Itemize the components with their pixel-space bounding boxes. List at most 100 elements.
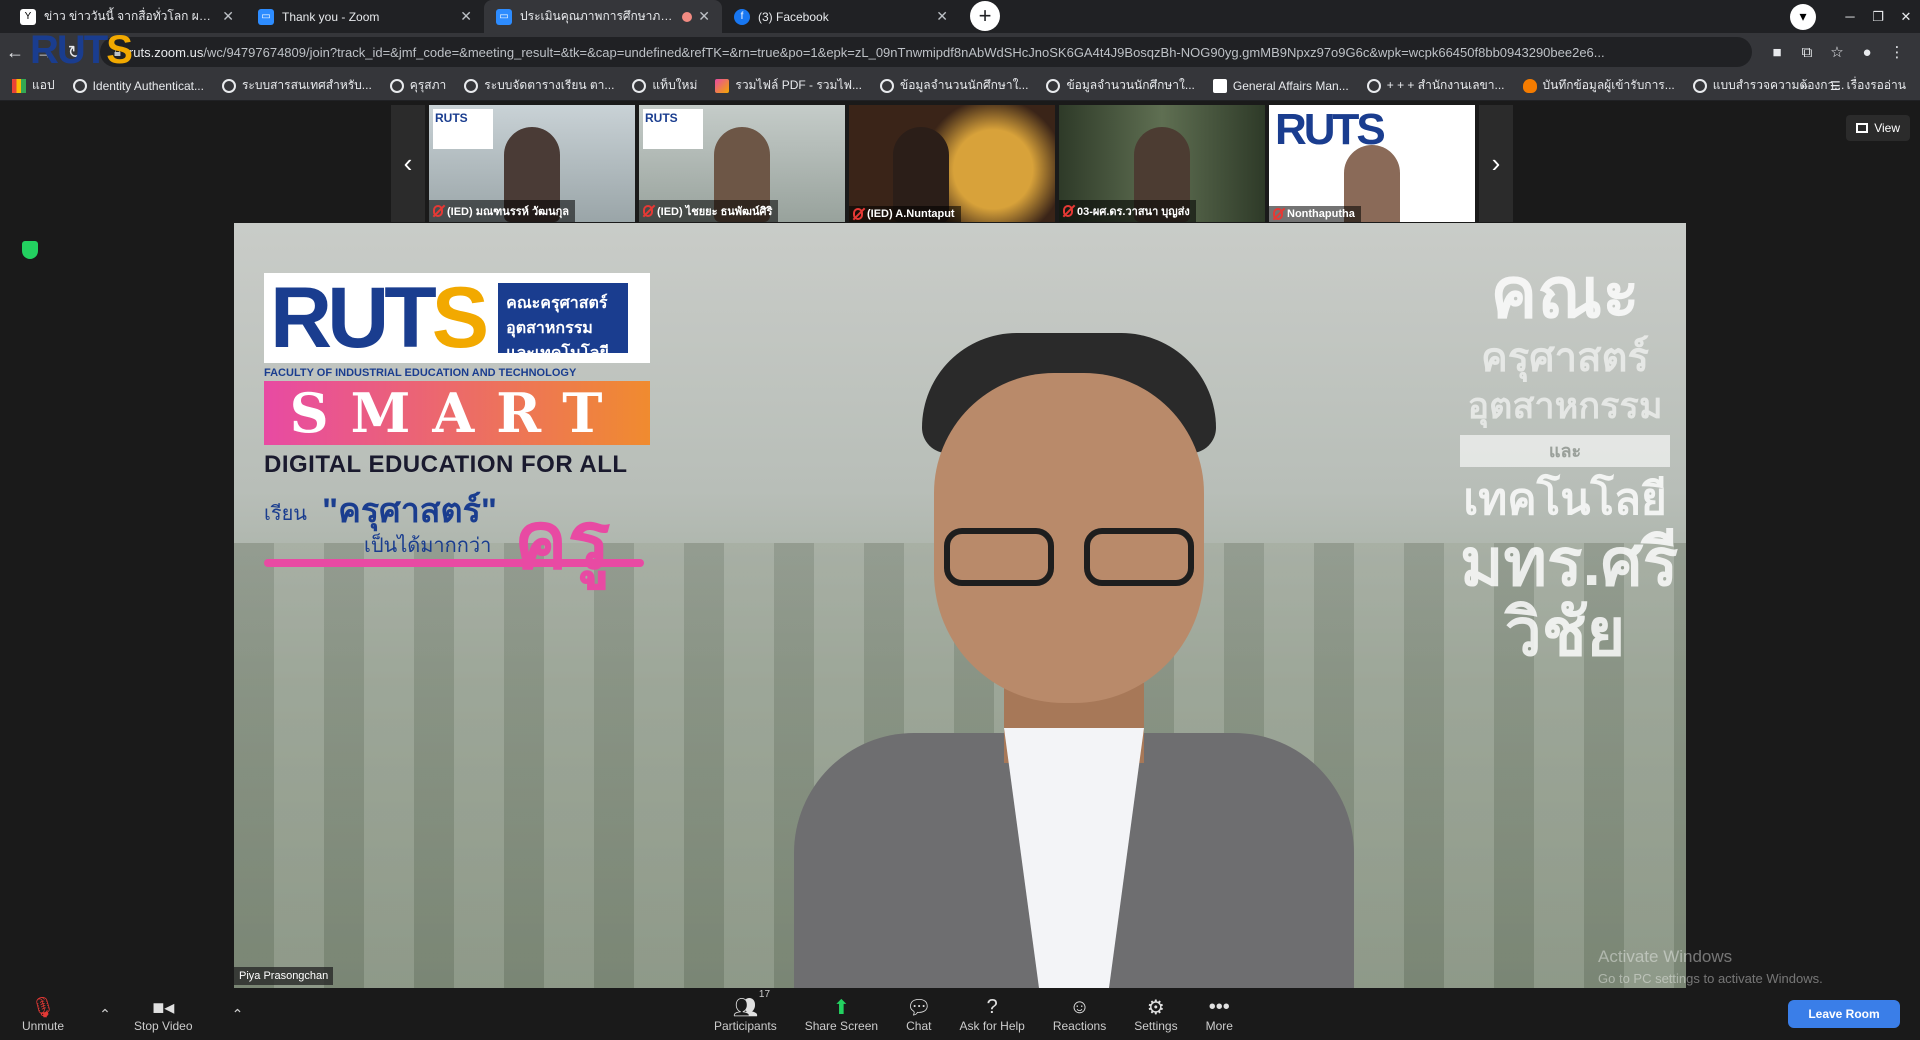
speaker-name-label: Piya Prasongchan [234, 967, 334, 985]
participant-thumbnail[interactable]: 03-ผศ.ดร.วาสนา บุญส่ง [1059, 105, 1265, 222]
bookmark-item[interactable]: + + + สำนักงานเลขา... [1366, 76, 1505, 95]
globe-icon [879, 78, 894, 93]
mic-muted-icon [433, 205, 443, 217]
unmute-button[interactable]: 🎙︎ Unmute [22, 988, 64, 1040]
gallery-next-button[interactable]: › [1479, 105, 1513, 222]
participant-thumbnail[interactable]: RUTS Nonthaputha [1269, 105, 1475, 222]
globe-icon [72, 78, 87, 93]
bookmark-item[interactable]: บันทึกข้อมูลผู้เข้ารับการ... [1522, 76, 1675, 95]
audio-options-chevron-icon[interactable]: ⌃ [94, 1006, 116, 1023]
bookmarks-bar: แอป Identity Authenticat... ระบบสารสนเทศ… [0, 71, 1920, 101]
smart-banner: SMART [264, 381, 650, 445]
participant-name: (IED) ไชยยะ ธนพัฒน์ศิริ [657, 206, 773, 218]
zoom-meeting-area: ‹ RUTS (IED) มณฑนรรห์ วัฒนกุล RUTS (IED)… [0, 101, 1920, 988]
video-options-chevron-icon[interactable]: ⌃ [227, 1006, 249, 1023]
ruts-logo: RUTS [270, 270, 489, 366]
participant-thumbnail[interactable]: RUTS (IED) ไชยยะ ธนพัฒน์ศิริ [639, 105, 845, 222]
speaker-figure [794, 333, 1354, 988]
bookmark-apps[interactable]: แอป [12, 76, 55, 95]
close-tab-icon[interactable]: ✕ [698, 8, 710, 25]
settings-button[interactable]: ⚙ Settings [1134, 988, 1177, 1040]
participant-name: (IED) มณฑนรรห์ วัฒนกุล [447, 206, 569, 218]
tab-title: Thank you - Zoom [282, 9, 380, 24]
participant-thumbnail[interactable]: RUTS (IED) มณฑนรรห์ วัฒนกุล [429, 105, 635, 222]
globe-icon [464, 78, 479, 93]
page-icon [1212, 78, 1227, 93]
tab-title: ข่าว ข่าววันนี้ จากสื่อทั่วโลก ผลบอลโล [44, 9, 216, 23]
faculty-english: FACULTY OF INDUSTRIAL EDUCATION AND TECH… [264, 367, 577, 379]
window-controls: ▾ ─ ❐ ✕ [1790, 0, 1920, 33]
help-icon: ? [986, 995, 998, 1018]
camera-icon[interactable]: ■ [1762, 44, 1792, 61]
close-tab-icon[interactable]: ✕ [222, 8, 234, 25]
ruts-logo-overlay: RUTS [30, 28, 133, 72]
browser-tab[interactable]: ▭ Thank you - Zoom ✕ [246, 0, 484, 33]
participant-thumbnail[interactable]: (IED) A.Nuntaput [849, 105, 1055, 222]
leave-room-button[interactable]: Leave Room [1788, 1000, 1900, 1028]
new-tab-button[interactable]: + [970, 1, 1000, 31]
bookmarks-overflow-button[interactable]: » [1801, 79, 1808, 93]
ask-for-help-button[interactable]: ? Ask for Help [959, 988, 1024, 1040]
address-bar[interactable]: 🔒︎ ruts.zoom.us /wc/94797674809/join?tra… [100, 37, 1752, 67]
activate-windows-watermark: Activate Windows Go to PC settings to ac… [1598, 947, 1823, 986]
bookmark-item[interactable]: ข้อมูลจำนวนนักศึกษาใ... [879, 76, 1028, 95]
globe-icon [389, 78, 404, 93]
grid-icon [1856, 123, 1869, 133]
media-control-icon[interactable]: ▾ [1790, 3, 1816, 30]
zoom-favicon-icon: ▭ [258, 8, 274, 25]
faculty-label: คณะครุศาสตร์ อุตสาหกรรมและเทคโนโลยี [498, 283, 629, 362]
bookmark-item[interactable]: รวมไฟล์ PDF - รวมไฟ... [715, 76, 862, 95]
back-arrow-icon[interactable]: ← [0, 42, 30, 63]
close-tab-icon[interactable]: ✕ [936, 8, 948, 25]
mic-muted-icon [1273, 208, 1283, 220]
gallery-prev-button[interactable]: ‹ [391, 105, 425, 222]
gallery-strip: ‹ RUTS (IED) มณฑนรรห์ วัฒนกุล RUTS (IED)… [391, 105, 1527, 222]
view-button[interactable]: View [1846, 115, 1910, 141]
globe-icon [1692, 78, 1707, 93]
bookmark-item[interactable]: ระบบสารสนเทศสำหรับ... [221, 76, 372, 95]
restore-icon[interactable]: ❐ [1864, 9, 1892, 25]
security-shield-icon[interactable] [22, 241, 38, 259]
pdf-icon [715, 78, 730, 93]
bookmark-item[interactable]: ข้อมูลจำนวนนักศึกษาใ... [1046, 76, 1195, 95]
url-host: ruts.zoom.us [128, 44, 204, 60]
chat-button[interactable]: 💬︎ Chat [906, 988, 931, 1040]
browser-tab[interactable]: f (3) Facebook ✕ [722, 0, 960, 33]
translate-icon[interactable]: ⧉ [1792, 44, 1822, 61]
reading-list-icon[interactable]: ☰ [1830, 79, 1841, 93]
kru-text-a: เรียน [264, 503, 307, 525]
apps-icon [12, 78, 26, 93]
close-tab-icon[interactable]: ✕ [460, 8, 472, 25]
profile-avatar-icon[interactable]: ● [1852, 44, 1882, 61]
url-path: /wc/94797674809/join?track_id=&jmf_code=… [203, 44, 1605, 60]
mic-muted-icon [853, 208, 863, 220]
close-window-icon[interactable]: ✕ [1892, 9, 1920, 25]
star-icon[interactable]: ☆ [1822, 43, 1852, 61]
bookmark-item[interactable]: ระบบจัดตารางเรียน ตา... [464, 76, 614, 95]
bookmark-item[interactable]: Identity Authenticat... [72, 78, 204, 93]
participants-button[interactable]: 👥︎ 17 Participants [714, 988, 777, 1040]
tab-title: (3) Facebook [758, 9, 829, 24]
menu-kebab-icon[interactable]: ⋮ [1882, 43, 1912, 61]
active-speaker-video: RUTS คณะครุศาสตร์ อุตสาหกรรมและเทคโนโลยี… [234, 223, 1686, 988]
minimize-icon[interactable]: ─ [1836, 9, 1864, 24]
participants-icon: 👥︎ 17 [732, 989, 771, 1019]
bookmark-item[interactable]: แท็บใหม่ [632, 76, 697, 95]
ruts-mini-logo: RUTS [433, 109, 493, 149]
more-button[interactable]: ••• More [1206, 988, 1233, 1040]
bookmark-item[interactable]: General Affairs Man... [1212, 78, 1349, 93]
reading-list-label[interactable]: เรื่องรออ่าน [1847, 76, 1906, 95]
mic-muted-icon: 🎙︎ [30, 996, 56, 1019]
bookmark-item[interactable]: คุรุสภา [389, 76, 446, 95]
browser-tab-active[interactable]: ▭ ประเมินคุณภาพการศึกษาภายใน ร ✕ [484, 0, 722, 33]
participant-name: 03-ผศ.ดร.วาสนา บุญส่ง [1077, 206, 1190, 218]
faculty-vertical-text: คณะ ครุศาสตร์ อุตสาหกรรม และ เทคโนโลยี ม… [1460, 254, 1679, 669]
participants-count: 17 [758, 989, 771, 1000]
globe-icon [221, 78, 236, 93]
facebook-favicon-icon: f [734, 8, 750, 25]
stop-video-button[interactable]: ■◂ Stop Video [134, 988, 193, 1040]
kru-text-c: เป็นได้มากกว่า [364, 535, 492, 557]
reactions-button[interactable]: ☺ Reactions [1053, 988, 1106, 1040]
share-screen-button[interactable]: ⬆ Share Screen [805, 988, 878, 1040]
participant-name: (IED) A.Nuntaput [867, 208, 955, 220]
